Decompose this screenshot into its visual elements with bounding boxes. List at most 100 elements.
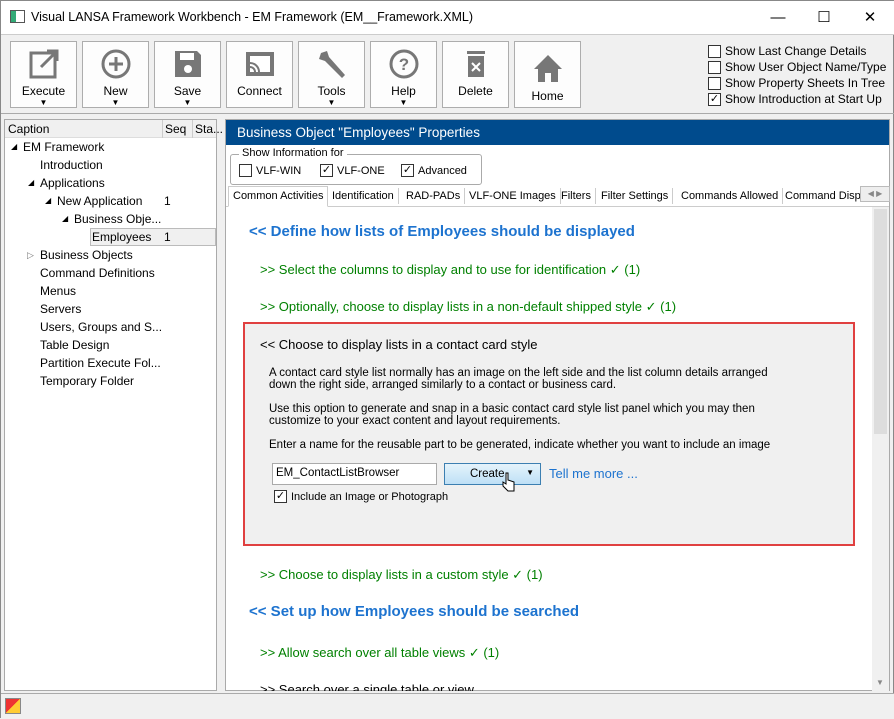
- checkbox-checked[interactable]: ✓: [708, 92, 721, 106]
- tree-item-partition-execute[interactable]: Partition Execute Fol...: [40, 356, 161, 370]
- maximize-button[interactable]: ☐: [801, 5, 847, 31]
- tab-bar: Common Activities Identification RAD-PAD…: [226, 186, 890, 207]
- new-label: New: [103, 84, 128, 98]
- option-show-property-sheets[interactable]: Show Property Sheets In Tree: [708, 76, 885, 90]
- link-select-columns[interactable]: >> Select the columns to display and to …: [260, 262, 640, 278]
- framework-tree: Caption Seq Sta... ◢ EM Framework Introd…: [4, 119, 223, 691]
- trash-icon: [466, 51, 485, 77]
- tree-item-new-application[interactable]: New Application: [57, 194, 142, 208]
- help-button[interactable]: ? Help ▼: [370, 41, 437, 108]
- checkbox[interactable]: [239, 164, 252, 177]
- content-area: << Define how lists of Employees should …: [226, 207, 872, 691]
- vertical-scrollbar[interactable]: ▼: [872, 207, 889, 691]
- execute-button[interactable]: Execute ▼: [10, 41, 77, 108]
- option-label: Show Introduction at Start Up: [725, 92, 882, 106]
- tree-item-seq: 1: [164, 230, 171, 244]
- tell-me-more-link[interactable]: Tell me more ...: [549, 466, 638, 481]
- column-caption[interactable]: Caption: [8, 122, 49, 136]
- status-bar: [1, 693, 894, 719]
- option-label: Include an Image or Photograph: [291, 490, 449, 503]
- description-text: Enter a name for the reusable part to be…: [269, 439, 771, 451]
- tab-filter-settings[interactable]: Filter Settings: [597, 188, 674, 204]
- section-heading-search[interactable]: << Set up how Employees should be search…: [249, 603, 579, 620]
- column-status[interactable]: Sta...: [192, 120, 223, 138]
- minimize-button[interactable]: —: [755, 5, 801, 31]
- close-button[interactable]: ✕: [847, 5, 893, 31]
- checkbox[interactable]: [708, 44, 721, 58]
- tree-item-applications[interactable]: Applications: [40, 176, 105, 190]
- advanced-checkbox[interactable]: ✓ Advanced: [401, 164, 467, 177]
- option-show-user-object[interactable]: Show User Object Name/Type: [708, 60, 886, 74]
- tree-item-seq: 1: [164, 194, 171, 208]
- section-heading-lists[interactable]: << Define how lists of Employees should …: [249, 223, 635, 240]
- delete-button[interactable]: Delete: [442, 41, 509, 108]
- tree-item-em-framework[interactable]: EM Framework: [23, 140, 104, 154]
- save-label: Save: [173, 84, 202, 98]
- tree-item-command-definitions[interactable]: Command Definitions: [40, 266, 155, 280]
- tree-item-business-objects-folder[interactable]: Business Obje...: [74, 212, 161, 226]
- tree-item-introduction[interactable]: Introduction: [40, 158, 103, 172]
- tree-item-temporary-folder[interactable]: Temporary Folder: [40, 374, 134, 388]
- tab-identification[interactable]: Identification: [328, 188, 399, 204]
- expander-icon[interactable]: ◢: [11, 142, 17, 151]
- tab-scroll-arrows[interactable]: ◀ ▶: [860, 186, 890, 202]
- tools-button[interactable]: Tools ▼: [298, 41, 365, 108]
- link-non-default-style[interactable]: >> Optionally, choose to display lists i…: [260, 299, 676, 315]
- dropdown-arrow-icon: ▼: [183, 98, 192, 107]
- delete-label: Delete: [458, 84, 493, 98]
- part-name-input[interactable]: EM_ContactListBrowser: [272, 463, 437, 485]
- tab-commands-allowed[interactable]: Commands Allowed: [677, 188, 784, 204]
- tree-item-employees[interactable]: Employees: [92, 230, 151, 244]
- tree-item-users-groups[interactable]: Users, Groups and S...: [40, 320, 162, 334]
- tab-rad-pads[interactable]: RAD-PADs: [402, 188, 466, 204]
- tree-item-menus[interactable]: Menus: [40, 284, 76, 298]
- contact-card-section: << Choose to display lists in a contact …: [243, 322, 855, 546]
- home-button[interactable]: Home: [514, 41, 581, 108]
- dropdown-arrow-icon: ▼: [399, 98, 408, 107]
- checkbox[interactable]: [708, 76, 721, 90]
- tab-vlf-one-images[interactable]: VLF-ONE Images: [465, 188, 561, 204]
- tree-item-servers[interactable]: Servers: [40, 302, 81, 316]
- scroll-down-arrow-icon[interactable]: ▼: [876, 678, 884, 687]
- vlf-win-checkbox[interactable]: VLF-WIN: [239, 164, 301, 177]
- checkbox-checked[interactable]: ✓: [320, 164, 333, 177]
- status-icon[interactable]: [5, 698, 21, 714]
- tools-label: Tools: [317, 84, 346, 98]
- column-seq[interactable]: Seq: [162, 120, 186, 138]
- create-label: Create: [470, 468, 505, 480]
- expander-icon[interactable]: ◢: [28, 178, 34, 187]
- tab-command-display[interactable]: Command Displa: [781, 188, 861, 204]
- contact-card-title[interactable]: << Choose to display lists in a contact …: [260, 337, 537, 352]
- checkbox-checked[interactable]: ✓: [401, 164, 414, 177]
- checkbox-checked[interactable]: ✓: [274, 490, 287, 503]
- expander-icon[interactable]: ▷: [27, 250, 34, 261]
- help-label: Help: [391, 84, 416, 98]
- dropdown-arrow-icon[interactable]: ▼: [526, 468, 534, 477]
- include-image-checkbox[interactable]: ✓ Include an Image or Photograph: [274, 490, 448, 503]
- description-text: customize to your exact content and layo…: [269, 415, 561, 427]
- tree-item-table-design[interactable]: Table Design: [40, 338, 109, 352]
- tab-common-activities[interactable]: Common Activities: [228, 186, 329, 207]
- connect-button[interactable]: Connect: [226, 41, 293, 108]
- option-show-last-change[interactable]: Show Last Change Details: [708, 44, 866, 58]
- floppy-icon: [174, 51, 201, 77]
- option-label: Show User Object Name/Type: [725, 60, 887, 74]
- link-search-all-views[interactable]: >> Allow search over all table views ✓ (…: [260, 645, 499, 661]
- title-bar: Visual LANSA Framework Workbench - EM Fr…: [1, 1, 894, 34]
- link-search-single-table[interactable]: >> Search over a single table or view: [260, 682, 474, 691]
- vlf-one-checkbox[interactable]: ✓ VLF-ONE: [320, 164, 385, 177]
- expander-icon[interactable]: ◢: [62, 214, 68, 223]
- option-show-introduction[interactable]: ✓ Show Introduction at Start Up: [708, 92, 882, 106]
- expander-icon[interactable]: ◢: [45, 196, 51, 205]
- tree-item-business-objects[interactable]: Business Objects: [40, 248, 133, 262]
- link-custom-style[interactable]: >> Choose to display lists in a custom s…: [260, 567, 543, 583]
- save-button[interactable]: Save ▼: [154, 41, 221, 108]
- new-button[interactable]: New ▼: [82, 41, 149, 108]
- option-label: Show Last Change Details: [725, 44, 867, 58]
- panel-title: Business Object "Employees" Properties: [226, 120, 889, 145]
- create-button[interactable]: Create ▼: [444, 463, 541, 485]
- description-text: A contact card style list normally has a…: [269, 367, 768, 379]
- tab-filters[interactable]: Filters: [557, 188, 596, 204]
- checkbox[interactable]: [708, 60, 721, 74]
- scrollbar-thumb[interactable]: [874, 209, 887, 434]
